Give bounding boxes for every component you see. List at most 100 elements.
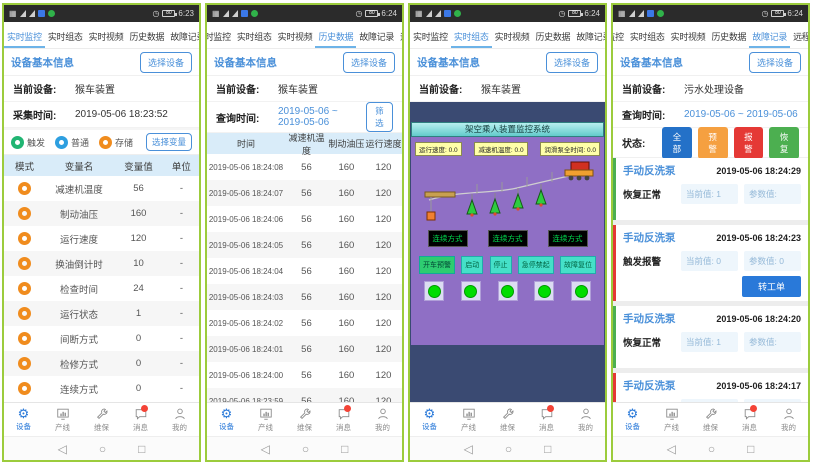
recents-button[interactable]: □ bbox=[341, 442, 348, 456]
nav-messages[interactable]: 消息 bbox=[121, 403, 160, 436]
back-button[interactable]: ◁ bbox=[261, 442, 270, 456]
create-work-order-button[interactable]: 转工单 bbox=[742, 276, 801, 297]
recents-button[interactable]: □ bbox=[138, 442, 145, 456]
nav-profile[interactable]: 我的 bbox=[160, 403, 199, 436]
variable-row[interactable]: 检查时间 24 - bbox=[4, 276, 199, 301]
filter-recover-button[interactable]: 恢复 bbox=[769, 127, 799, 159]
tab-history-data[interactable]: 历史数据 bbox=[708, 22, 749, 48]
row-speed: 120 bbox=[365, 344, 402, 355]
row-temp: 56 bbox=[285, 292, 328, 303]
tab-realtime-config[interactable]: 实时组态 bbox=[234, 22, 275, 48]
query-range-value[interactable]: 2019-05-06 ~ 2019-05-06 bbox=[278, 106, 366, 128]
filter-alarm-button[interactable]: 报警 bbox=[734, 127, 764, 159]
nav-messages[interactable]: 消息 bbox=[324, 403, 363, 436]
tab-fault-record[interactable]: 故障记录 bbox=[356, 22, 397, 48]
tab-history-data[interactable]: 历史数据 bbox=[126, 22, 167, 48]
phone-panel-realtime-config: ▦ ◷ 80 6:24 实时监控 实时组态 实时视频 历史数据 故障记录 远程控… bbox=[408, 3, 607, 462]
tab-realtime-monitor[interactable]: 实时监控 bbox=[207, 22, 234, 48]
tab-fault-record[interactable]: 故障记录 bbox=[749, 22, 790, 48]
start-button[interactable]: 启动 bbox=[461, 256, 483, 274]
fault-reset-button[interactable]: 故障复位 bbox=[560, 256, 596, 274]
row-speed: 120 bbox=[365, 240, 402, 251]
tab-realtime-video[interactable]: 实时视频 bbox=[86, 22, 127, 48]
tab-realtime-monitor[interactable]: 实时监控 bbox=[4, 22, 45, 48]
home-button[interactable]: ○ bbox=[505, 442, 512, 456]
normal-dot-icon bbox=[55, 136, 68, 149]
nav-device[interactable]: ⚙设备 bbox=[207, 403, 246, 436]
recents-button[interactable]: □ bbox=[747, 442, 754, 456]
nav-maintenance[interactable]: 维保 bbox=[285, 403, 324, 436]
tab-realtime-video[interactable]: 实时视频 bbox=[275, 22, 316, 48]
estop-lockout-button[interactable]: 急停禁起 bbox=[518, 256, 554, 274]
recents-button[interactable]: □ bbox=[544, 442, 551, 456]
nav-production-line[interactable]: 产线 bbox=[43, 403, 82, 436]
variable-row[interactable]: 检修方式 0 - bbox=[4, 351, 199, 376]
home-button[interactable]: ○ bbox=[708, 442, 715, 456]
stop-button[interactable]: 停止 bbox=[490, 256, 512, 274]
tab-realtime-monitor[interactable]: 实时监控 bbox=[410, 22, 451, 48]
tab-realtime-config[interactable]: 实时组态 bbox=[45, 22, 86, 48]
nav-device[interactable]: ⚙设备 bbox=[613, 403, 652, 436]
back-button[interactable]: ◁ bbox=[667, 442, 676, 456]
tab-realtime-config[interactable]: 实时组态 bbox=[627, 22, 668, 48]
tab-realtime-video[interactable]: 实时视频 bbox=[668, 22, 709, 48]
tab-remote-control[interactable]: 远程控制 bbox=[397, 22, 402, 48]
filter-warning-button[interactable]: 预警 bbox=[698, 127, 728, 159]
variable-row[interactable]: 间断方式 0 - bbox=[4, 326, 199, 351]
variable-unit: - bbox=[164, 258, 199, 269]
select-device-button[interactable]: 选择设备 bbox=[749, 52, 801, 73]
nav-production-line[interactable]: 产线 bbox=[449, 403, 488, 436]
tab-realtime-config[interactable]: 实时组态 bbox=[451, 22, 492, 48]
nav-device[interactable]: ⚙设备 bbox=[410, 403, 449, 436]
person-icon bbox=[579, 407, 593, 421]
status-time: 6:24 bbox=[584, 9, 600, 18]
nav-profile[interactable]: 我的 bbox=[566, 403, 605, 436]
variable-name: 减速机温度 bbox=[45, 182, 113, 196]
back-button[interactable]: ◁ bbox=[58, 442, 67, 456]
variable-row[interactable]: 制动油压 160 - bbox=[4, 201, 199, 226]
history-row: 2019-05-06 18:24:04 56 160 120 bbox=[207, 258, 402, 284]
nav-production-line[interactable]: 产线 bbox=[652, 403, 691, 436]
select-variable-button[interactable]: 选择变量 bbox=[146, 133, 192, 151]
tab-fault-record[interactable]: 故障记录 bbox=[167, 22, 199, 48]
col-time: 时间 bbox=[207, 137, 285, 150]
nav-maintenance[interactable]: 维保 bbox=[488, 403, 527, 436]
back-button[interactable]: ◁ bbox=[464, 442, 473, 456]
variable-row[interactable]: 连续方式 0 - bbox=[4, 376, 199, 401]
variable-row[interactable]: 换油倒计时 10 - bbox=[4, 251, 199, 276]
start-warning-button[interactable]: 开车预警 bbox=[419, 256, 455, 274]
select-device-button[interactable]: 选择设备 bbox=[343, 52, 395, 73]
history-row: 2019-05-06 18:24:03 56 160 120 bbox=[207, 284, 402, 310]
nav-messages[interactable]: 消息 bbox=[730, 403, 769, 436]
home-button[interactable]: ○ bbox=[302, 442, 309, 456]
filter-button[interactable]: 筛选 bbox=[366, 102, 393, 132]
nav-profile[interactable]: 我的 bbox=[363, 403, 402, 436]
nav-maintenance[interactable]: 维保 bbox=[82, 403, 121, 436]
nav-device[interactable]: ⚙设备 bbox=[4, 403, 43, 436]
variable-name: 连续方式 bbox=[45, 382, 113, 396]
tab-realtime-video[interactable]: 实时视频 bbox=[492, 22, 533, 48]
select-device-button[interactable]: 选择设备 bbox=[140, 52, 192, 73]
nav-profile[interactable]: 我的 bbox=[769, 403, 808, 436]
tab-fault-record[interactable]: 故障记录 bbox=[573, 22, 605, 48]
query-range-value[interactable]: 2019-05-06 ~ 2019-05-06 bbox=[684, 109, 798, 120]
tab-history-data[interactable]: 历史数据 bbox=[315, 22, 356, 48]
sim-grid-icon: ▦ bbox=[212, 9, 220, 18]
tab-remote-control[interactable]: 远程控制 bbox=[790, 22, 808, 48]
row-temp: 56 bbox=[285, 370, 328, 381]
filter-all-button[interactable]: 全部 bbox=[662, 127, 692, 159]
select-device-button[interactable]: 选择设备 bbox=[546, 52, 598, 73]
alarm-record-triggered: 手动反洗泵2019-05-06 18:24:17 触发报警 当前值: 0 参数值… bbox=[613, 373, 808, 402]
tab-realtime-monitor[interactable]: 实时监控 bbox=[613, 22, 627, 48]
history-row: 2019-05-06 18:24:01 56 160 120 bbox=[207, 336, 402, 362]
variable-row[interactable]: 运行速度 120 - bbox=[4, 226, 199, 251]
row-pressure: 160 bbox=[328, 188, 365, 199]
variable-row[interactable]: 减速机温度 56 - bbox=[4, 176, 199, 201]
nav-maintenance[interactable]: 维保 bbox=[691, 403, 730, 436]
nav-production-line[interactable]: 产线 bbox=[246, 403, 285, 436]
gear-icon: ⚙ bbox=[627, 407, 639, 420]
variable-row[interactable]: 运行状态 1 - bbox=[4, 301, 199, 326]
nav-messages[interactable]: 消息 bbox=[527, 403, 566, 436]
tab-history-data[interactable]: 历史数据 bbox=[532, 22, 573, 48]
home-button[interactable]: ○ bbox=[99, 442, 106, 456]
